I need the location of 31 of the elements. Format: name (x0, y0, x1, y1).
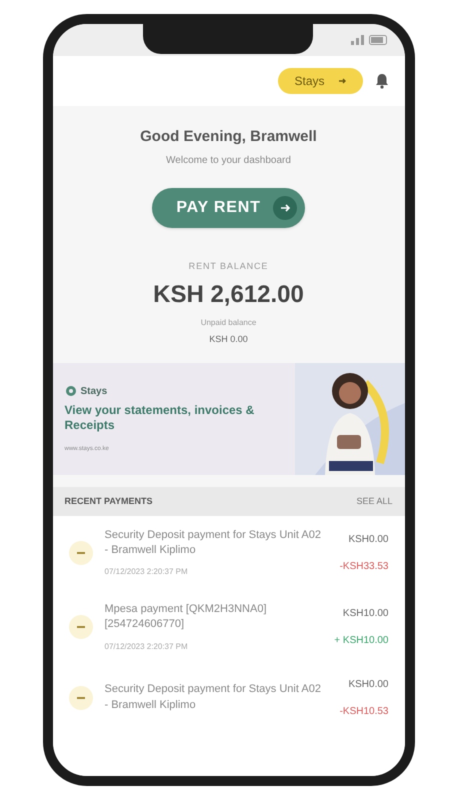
payment-change: -KSH10.53 (340, 704, 388, 718)
banner-headline: View your statements, invoices & Receipts (64, 402, 256, 432)
payment-date: 07/12/2023 2:20:37 PM (104, 640, 189, 652)
logout-icon (336, 76, 346, 86)
banner-logo: Stays (80, 384, 108, 398)
payment-change: -KSH33.53 (340, 560, 388, 574)
battery-icon (368, 35, 388, 45)
secondary-amount: KSH 0.00 (209, 333, 248, 346)
payment-change: + KSH10.00 (334, 634, 388, 648)
payment-description: Security Deposit payment for Stays Unit A02 - Bramwell Kiplimo (104, 528, 322, 558)
see-all-link[interactable]: SEE ALL (356, 494, 392, 508)
payment-amount: KSH0.00 (348, 678, 388, 692)
secondary-label: Unpaid balance (200, 317, 256, 329)
payment-description: Mpesa payment [QKM2H3NNA0] [254724606770] (104, 602, 268, 632)
payment-date: 07/12/2023 2:20:37 PM (104, 566, 189, 578)
greeting-title: Good Evening, Bramwell (140, 127, 317, 147)
greeting-subtitle: Welcome to your dashboard (166, 154, 291, 168)
signal-icon (350, 35, 364, 45)
section-title: RECENT PAYMENTS (64, 494, 153, 508)
payment-amount: KSH10.00 (342, 607, 388, 622)
payment-description: Security Deposit payment for Stays Unit A02 - Bramwell Kiplimo (104, 682, 322, 712)
balance-label: RENT BALANCE (188, 260, 268, 272)
brand-pill[interactable]: Stays (278, 68, 362, 94)
pay-rent-button[interactable]: PAY RENT (152, 188, 305, 228)
logo-icon (64, 385, 76, 397)
payment-icon (68, 615, 92, 640)
balance-amount: KSH 2,612.00 (153, 280, 304, 310)
payment-icon (68, 686, 92, 710)
bell-icon[interactable] (374, 73, 388, 89)
payment-icon (68, 541, 92, 566)
payment-amount: KSH0.00 (348, 533, 388, 548)
